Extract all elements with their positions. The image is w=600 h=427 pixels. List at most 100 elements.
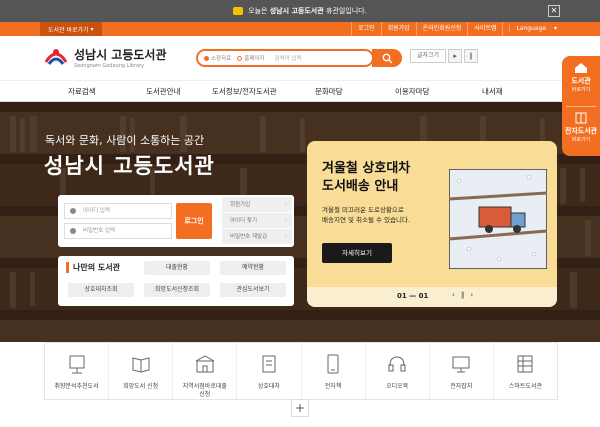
radio-homepage[interactable]: 홈페이지 [237, 54, 265, 62]
font-size-control: 글자크기 ▸ ∥ [410, 49, 479, 63]
nav-item-user[interactable]: 이용자마당 [395, 81, 430, 103]
search-button[interactable] [372, 49, 402, 67]
search-icon [382, 53, 392, 63]
quick-item-label: 오디오북 [386, 383, 409, 390]
utility-bar: 도서관 바로가기 ▾ 로그인 회원가입 온라인회원신청 사이트맵 Languag… [0, 22, 600, 36]
quick-item-ebook[interactable]: 전자책 [302, 343, 366, 399]
quick-item-local-bookstore[interactable]: 지역서점바로대출 신청 [173, 343, 238, 399]
e-library-shortcut-title: 전자도서관 [564, 127, 598, 135]
banner-pager: 01 — 01 ‹ ∥ › [307, 287, 557, 307]
password-field[interactable]: 비밀번호 입력 [64, 223, 172, 239]
close-icon[interactable]: ✕ [548, 5, 560, 17]
library-shortcut-label: 도서관 바로가기 [48, 26, 89, 34]
banner-desc-line1: 겨울철 미끄러운 도로상황으로 [322, 206, 404, 214]
quick-item-label: 취향분석추천도서 [54, 383, 99, 390]
main-navigation: 자료검색 도서관안내 도서정보/전자도서관 문화마당 이용자마당 내서재 [0, 80, 600, 102]
lock-icon [70, 228, 76, 234]
signup-link[interactable]: 회원가입 [380, 22, 416, 36]
logo-title: 성남시 고등도서관 [74, 47, 167, 62]
sitemap-link[interactable]: 사이트맵 [467, 22, 502, 36]
play-icon[interactable]: ▸ [448, 49, 463, 63]
quick-item-hope-book[interactable]: 희망도서 신청 [109, 343, 174, 399]
my-library-title: 나만의 도서관 [66, 262, 120, 273]
prev-icon[interactable]: ‹ [452, 291, 455, 299]
book-stand-icon [69, 355, 85, 374]
find-id-label: 아이디 찾기 [230, 218, 258, 224]
hero-slogan: 독서와 문화, 사람이 소통하는 공간 [45, 134, 205, 147]
floating-shortcuts: 도서관 바로가기 전자도서관 바로가기 [562, 56, 600, 156]
notice-bell-icon [233, 7, 244, 15]
login-box: 아이디 입력 비밀번호 입력 로그인 회원가입 › 아이디 찾기 › 비밀번호 재발… [58, 195, 294, 247]
language-dropdown[interactable]: Language ▾ [502, 22, 563, 36]
quick-item-label: 전자잡지 [450, 383, 473, 390]
banner-title: 겨울철 상호대차 도서배송 안내 [322, 160, 410, 196]
id-placeholder: 아이디 입력 [83, 208, 111, 214]
quick-item-label: 지역서점바로대출 신청 [182, 383, 227, 398]
banner-title-line2: 도서배송 안내 [322, 179, 399, 194]
ebook-reader-icon [575, 112, 587, 124]
quick-item-e-magazine[interactable]: 전자잡지 [430, 343, 494, 399]
notice-library: 성남시 고등도서관 [269, 7, 324, 15]
search-input[interactable]: 검색어 입력 [275, 54, 302, 62]
hope-book-status-button[interactable]: 희망도서신청조회 [144, 283, 210, 297]
audiobook-icon [388, 356, 406, 372]
local-bookstore-icon [195, 355, 215, 373]
quick-item-smart-library[interactable]: 스마트도서관 [494, 343, 557, 399]
chevron-right-icon: › [284, 234, 287, 240]
font-size-label: 글자크기 [410, 49, 447, 63]
nav-item-guide[interactable]: 도서관안내 [146, 81, 181, 103]
find-id-link[interactable]: 아이디 찾기 › [222, 213, 292, 229]
reservation-status-button[interactable]: 예약현황 [220, 261, 286, 275]
pause-icon[interactable]: ∥ [464, 49, 479, 63]
radio-dot-icon [237, 55, 243, 61]
smart-library-icon [517, 355, 533, 373]
notice-banner: 겨울철 상호대차 도서배송 안내 겨울철 미끄러운 도로상황으로 배송지연 및 … [307, 141, 557, 307]
banner-title-line1: 겨울철 상호대차 [322, 161, 411, 176]
notice-suffix: 휴관일입니다. [325, 7, 367, 15]
ebook-icon [327, 354, 339, 374]
id-field[interactable]: 아이디 입력 [64, 203, 172, 219]
login-button[interactable]: 로그인 [176, 203, 212, 239]
e-library-shortcut-float[interactable]: 전자도서관 바로가기 [562, 112, 600, 143]
banner-description: 겨울철 미끄러운 도로상황으로 배송지연 및 취소될 수 있습니다. [322, 205, 410, 225]
library-shortcut-float[interactable]: 도서관 바로가기 [562, 62, 600, 93]
nav-item-search[interactable]: 자료검색 [68, 81, 96, 103]
quick-item-audiobook[interactable]: 오디오북 [366, 343, 430, 399]
my-library-box: 나만의 도서관 대출현황 예약현황 상호대차조회 희망도서신청조회 관심도서보기 [58, 256, 294, 306]
user-icon [70, 208, 76, 214]
library-shortcut-sub: 바로가기 [571, 87, 591, 93]
nav-item-ebook[interactable]: 도서정보/전자도서관 [212, 81, 277, 103]
reset-password-label: 비밀번호 재발급 [230, 234, 268, 240]
online-member-link[interactable]: 온라인회원신청 [415, 22, 468, 36]
book-request-icon [132, 357, 150, 373]
logo-subtitle: Seongnam Godeung Library [74, 62, 145, 69]
nav-item-culture[interactable]: 문화마당 [315, 81, 343, 103]
next-icon[interactable]: › [470, 291, 473, 299]
quick-item-label: 상호대차 [257, 383, 280, 390]
chevron-right-icon: › [284, 202, 287, 208]
quick-item-interlibrary-loan[interactable]: 상호대차 [237, 343, 302, 399]
pause-icon[interactable]: ∥ [461, 291, 465, 299]
banner-desc-line2: 배송지연 및 취소될 수 있습니다. [322, 216, 411, 224]
quick-item-recommend[interactable]: 취향분석추천도서 [45, 343, 110, 399]
library-shortcut-title: 도서관 [571, 77, 591, 85]
interlibrary-loan-status-button[interactable]: 상호대차조회 [68, 283, 134, 297]
reset-password-link[interactable]: 비밀번호 재발급 › [222, 229, 292, 245]
radio-homepage-label: 홈페이지 [244, 56, 265, 62]
site-logo[interactable]: 성남시 고등도서관 Seongnam Godeung Library [42, 44, 167, 70]
banner-more-button[interactable]: 자세히보기 [322, 243, 392, 263]
city-emblem-icon [44, 49, 68, 65]
float-divider [566, 106, 596, 107]
home-icon [575, 63, 587, 73]
favorite-books-button[interactable]: 관심도서보기 [220, 283, 286, 297]
expand-plus-icon[interactable]: + [291, 399, 309, 417]
signup-link-box[interactable]: 회원가입 › [222, 197, 292, 213]
search-box: 소장자료 홈페이지 검색어 입력 [196, 49, 374, 67]
login-link[interactable]: 로그인 [351, 22, 381, 36]
quick-item-label: 스마트도서관 [508, 383, 542, 390]
chevron-down-icon: ▾ [90, 25, 94, 33]
loan-status-button[interactable]: 대출현황 [144, 261, 210, 275]
radio-collection[interactable]: 소장자료 [204, 54, 231, 62]
nav-item-mylibrary[interactable]: 내서재 [482, 81, 503, 103]
library-shortcut-dropdown[interactable]: 도서관 바로가기 ▾ [40, 22, 102, 36]
